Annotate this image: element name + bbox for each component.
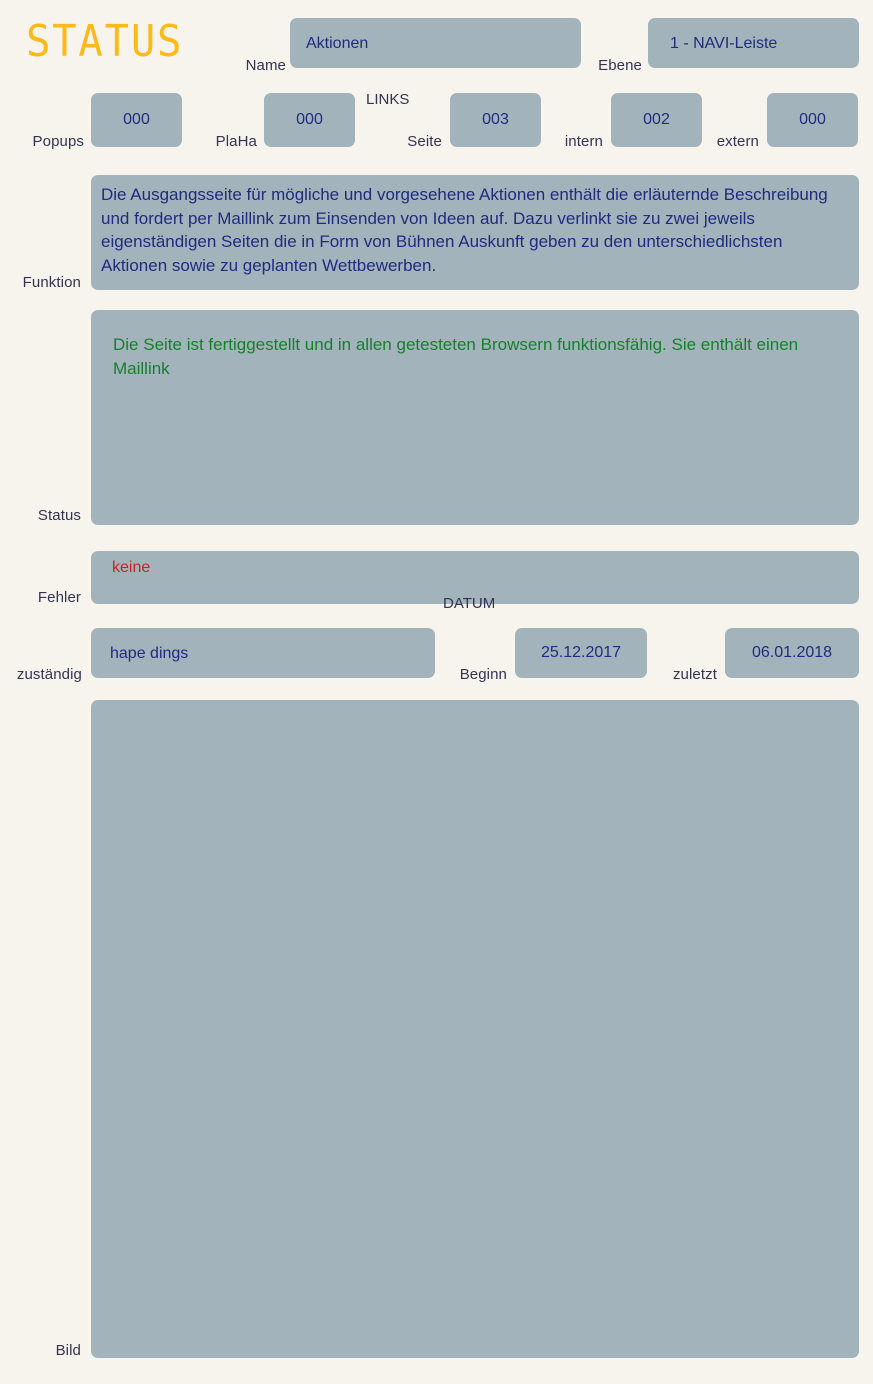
zustaendig-label: zuständig	[16, 666, 82, 683]
status-text: Die Seite ist fertiggestellt und in alle…	[113, 335, 799, 378]
bild-label: Bild	[55, 1342, 81, 1359]
zustaendig-value: hape dings	[110, 645, 189, 662]
name-label: Name	[245, 57, 286, 74]
plaha-label: PlaHa	[215, 133, 257, 150]
seite-value: 003	[482, 111, 509, 128]
ebene-label: Ebene	[598, 57, 642, 74]
plaha-value: 000	[296, 111, 323, 128]
fehler-label: Fehler	[37, 589, 81, 606]
beginn-value: 25.12.2017	[540, 644, 622, 661]
status-sheet: STATUS Name Aktionen Ebene 1 - NAVI-Leis…	[0, 0, 873, 1384]
name-value: Aktionen	[306, 35, 369, 52]
page-title: STATUS	[26, 16, 184, 67]
intern-value: 002	[643, 111, 670, 128]
zuletzt-value: 06.01.2018	[751, 644, 833, 661]
extern-label: extern	[716, 133, 759, 150]
status-label: Status	[37, 507, 81, 524]
datum-group-label: DATUM	[443, 595, 496, 612]
bild-field[interactable]	[91, 700, 859, 1358]
popups-value: 000	[123, 111, 150, 128]
links-group-label: LINKS	[366, 91, 410, 108]
zuletzt-label: zuletzt	[672, 666, 717, 683]
intern-label: intern	[564, 133, 603, 150]
popups-label: Popups	[32, 133, 84, 150]
beginn-label: Beginn	[459, 666, 507, 683]
funktion-text: Die Ausgangsseite für mögliche und vorge…	[101, 185, 828, 275]
extern-value: 000	[799, 111, 826, 128]
ebene-value: 1 - NAVI-Leiste	[670, 35, 778, 52]
funktion-label: Funktion	[22, 274, 81, 291]
seite-label: Seite	[407, 133, 442, 150]
fehler-text: keine	[112, 559, 151, 576]
